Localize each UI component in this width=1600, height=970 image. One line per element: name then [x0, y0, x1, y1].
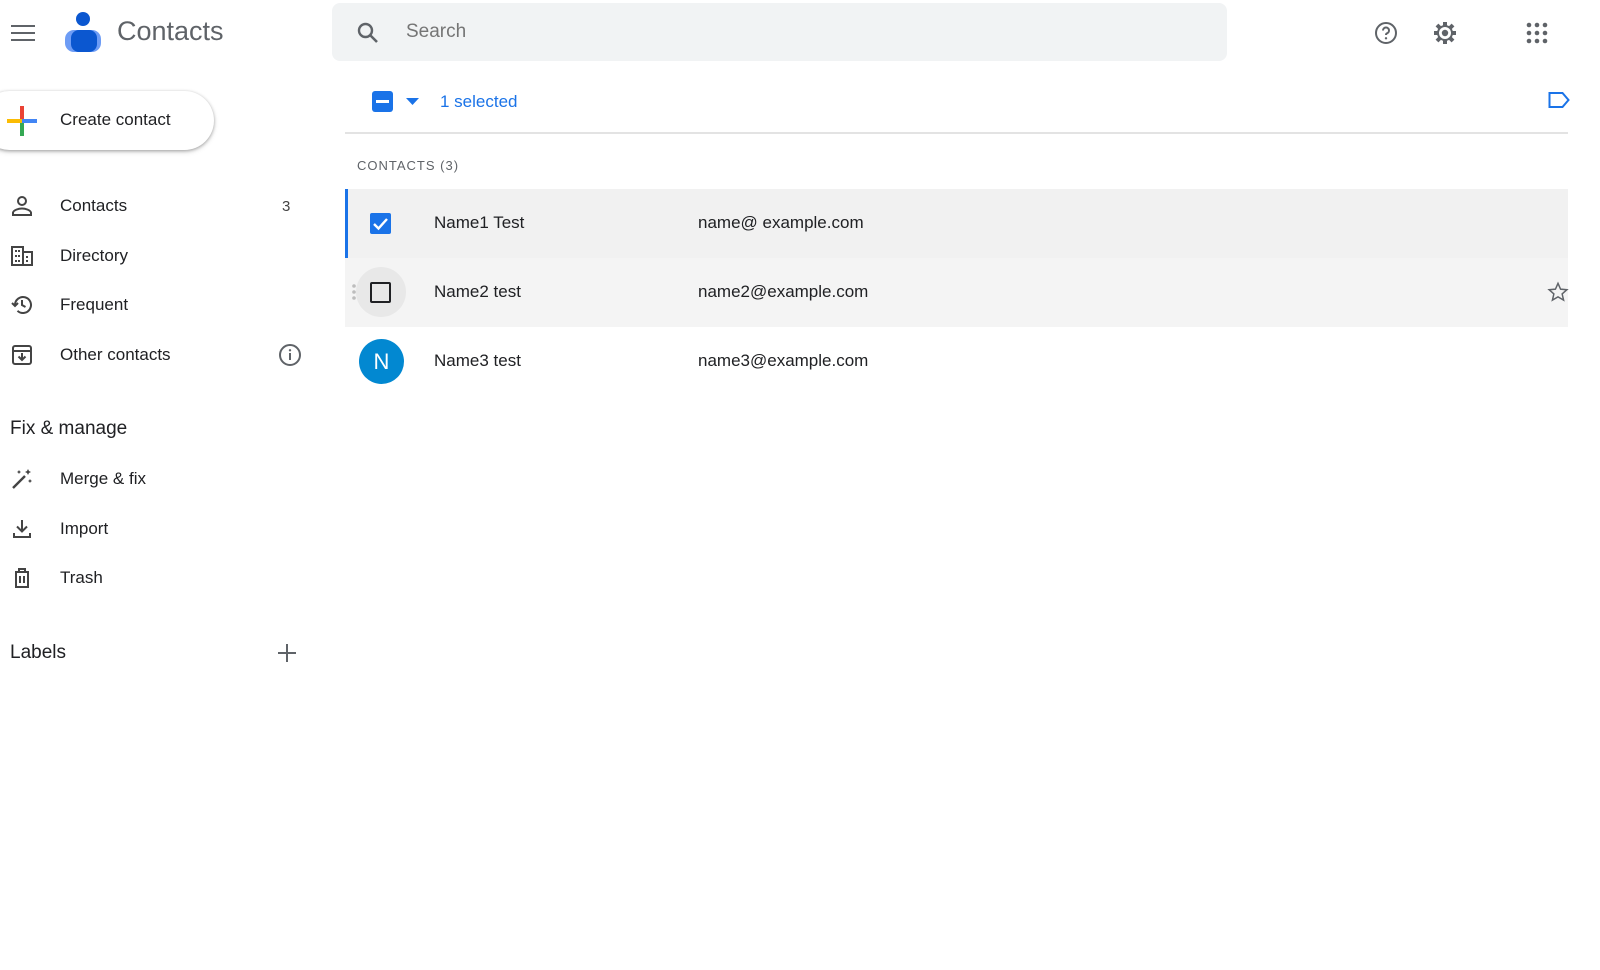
- sidebar-item-label: Frequent: [60, 295, 129, 314]
- add-label-icon[interactable]: [277, 643, 297, 663]
- settings-button[interactable]: [1429, 17, 1461, 49]
- sidebar-item-contacts[interactable]: Contacts 3: [0, 183, 320, 229]
- contact-name: Name1 Test: [434, 213, 525, 232]
- main-menu-button[interactable]: [8, 18, 38, 48]
- contact-row[interactable]: N Name3 test name3@example.com: [345, 327, 1568, 396]
- trash-icon: [15, 568, 29, 588]
- toolbar-divider: [345, 132, 1568, 134]
- row-checkbox[interactable]: [370, 213, 391, 234]
- gear-icon: [1434, 22, 1456, 44]
- search-input[interactable]: [406, 17, 1186, 47]
- sidebar-item-label: Trash: [60, 568, 103, 587]
- archive-download-icon: [12, 345, 32, 365]
- create-contact-label: Create contact: [60, 110, 171, 129]
- contact-name: Name2 test: [434, 282, 521, 301]
- create-contact-button[interactable]: Create contact: [0, 91, 214, 150]
- search-icon: [357, 22, 378, 43]
- contact-row[interactable]: Name1 Test name@ example.com: [345, 189, 1568, 258]
- help-icon: [1375, 22, 1397, 44]
- label-icon[interactable]: [1548, 91, 1570, 109]
- sidebar-item-label: Import: [60, 519, 109, 538]
- avatar: N: [359, 339, 404, 384]
- contacts-count: 3: [282, 197, 291, 215]
- hamburger-icon: [11, 25, 35, 41]
- contact-row[interactable]: Name2 test name2@example.com: [345, 258, 1569, 327]
- selection-dropdown-icon[interactable]: [406, 98, 419, 106]
- sidebar-item-merge-fix[interactable]: Merge & fix: [0, 456, 320, 502]
- labels-heading: Labels: [10, 642, 66, 663]
- checkmark-icon: [373, 218, 388, 231]
- contact-email: name3@example.com: [698, 351, 869, 370]
- info-icon[interactable]: [278, 343, 302, 367]
- select-all-checkbox[interactable]: [372, 91, 393, 112]
- history-icon: [11, 296, 32, 314]
- contact-email: name2@example.com: [698, 282, 869, 301]
- row-checkbox[interactable]: [370, 282, 391, 303]
- avatar-letter: N: [373, 348, 390, 374]
- contacts-list-header: CONTACTS (3): [357, 158, 460, 173]
- sidebar-item-other-contacts[interactable]: Other contacts: [0, 332, 320, 378]
- sidebar-item-label: Other contacts: [60, 345, 171, 364]
- contact-name: Name3 test: [434, 351, 521, 370]
- building-icon: [11, 246, 33, 266]
- star-icon[interactable]: [1547, 281, 1569, 303]
- sidebar-item-label: Contacts: [60, 196, 128, 215]
- contacts-logo-icon: [62, 10, 102, 54]
- magic-wand-icon: [12, 469, 32, 489]
- sidebar-item-trash[interactable]: Trash: [0, 555, 320, 601]
- selected-count: 1 selected: [440, 92, 518, 111]
- sidebar-item-directory[interactable]: Directory: [0, 233, 320, 279]
- sidebar-item-frequent[interactable]: Frequent: [0, 282, 320, 328]
- apps-grid-icon: [1526, 22, 1548, 44]
- fix-manage-heading: Fix & manage: [10, 418, 128, 439]
- minus-icon: [376, 100, 389, 103]
- sidebar-item-label: Merge & fix: [60, 469, 146, 488]
- sidebar-item-label: Directory: [60, 246, 129, 265]
- download-icon: [13, 520, 31, 538]
- app-title: Contacts: [117, 16, 224, 46]
- help-button[interactable]: [1370, 17, 1402, 49]
- search-bar[interactable]: [332, 3, 1227, 61]
- sidebar-item-import[interactable]: Import: [0, 506, 320, 552]
- contact-email: name@ example.com: [698, 213, 864, 232]
- apps-button[interactable]: [1521, 17, 1553, 49]
- person-icon: [12, 196, 32, 216]
- plus-colored-icon: [7, 106, 37, 136]
